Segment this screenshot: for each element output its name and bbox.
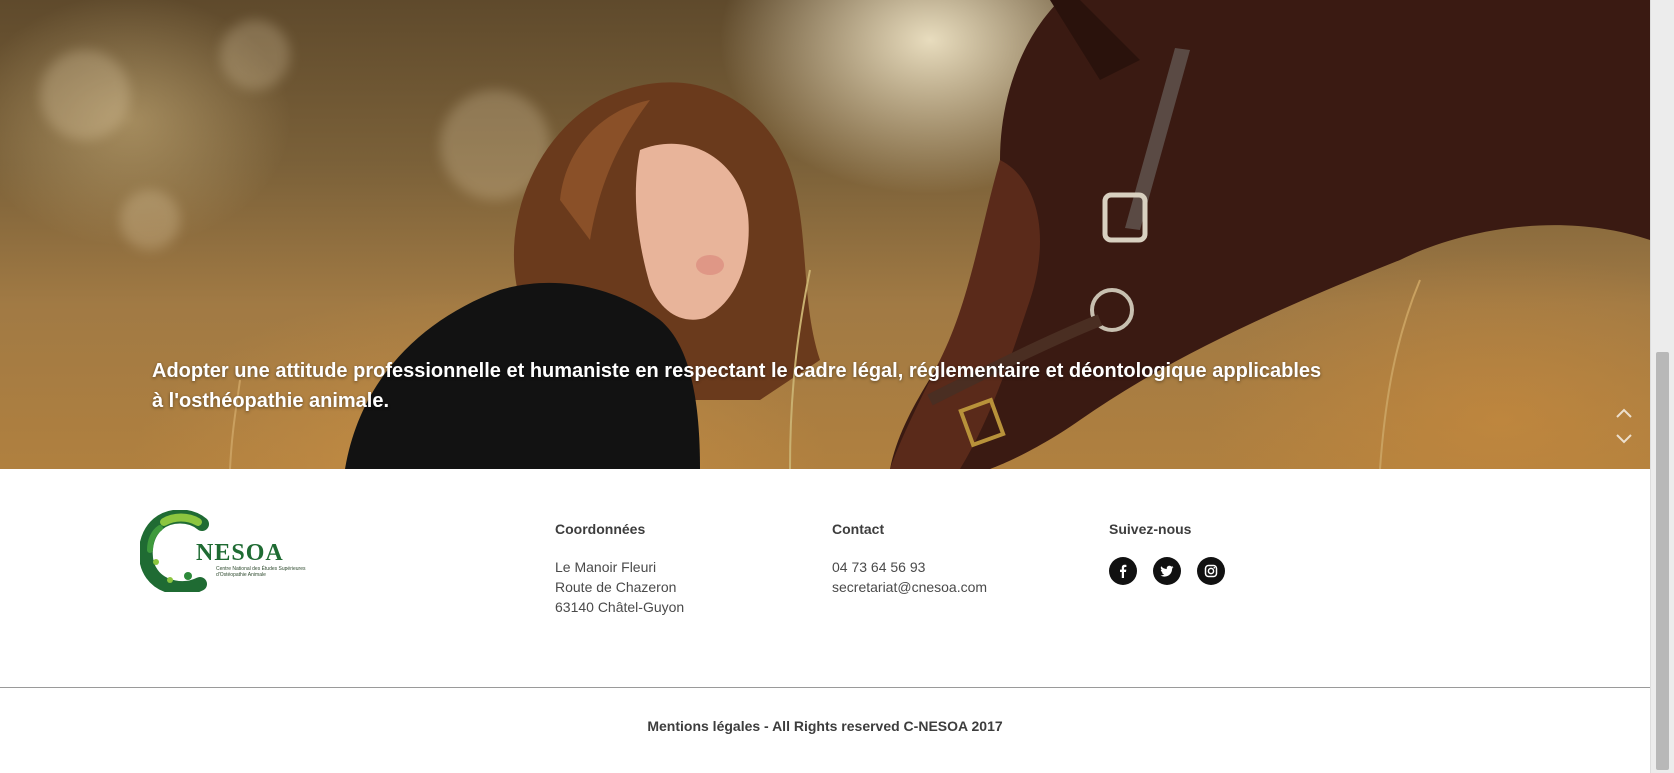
- social-title: Suivez-nous: [1109, 521, 1192, 537]
- logo-brand: NESOA: [196, 540, 284, 566]
- twitter-icon: [1160, 565, 1174, 577]
- facebook-icon: [1120, 564, 1127, 578]
- copyright-label[interactable]: Mentions légales - All Rights reserved C…: [647, 718, 1002, 734]
- logo-tagline-2: d'Ostéopathie Animale: [216, 572, 266, 578]
- contact-phone[interactable]: 04 73 64 56 93: [832, 557, 987, 577]
- phone-link[interactable]: 04 73 64 56 93: [832, 559, 925, 575]
- contact-column: Contact 04 73 64 56 93 secretariat@cneso…: [832, 519, 987, 597]
- social-column: Suivez-nous: [1109, 519, 1225, 585]
- address-line: Route de Chazeron: [555, 579, 677, 595]
- chevron-up-icon: [1616, 408, 1632, 418]
- grass-blade: [1379, 279, 1421, 469]
- copyright-text[interactable]: Mentions légales - All Rights reserved C…: [0, 716, 1650, 736]
- slide-next-button[interactable]: [1614, 430, 1634, 448]
- contact-email[interactable]: secretariat@cnesoa.com: [832, 577, 987, 597]
- scrollbar-thumb[interactable]: [1656, 352, 1669, 770]
- cnesoa-logo[interactable]: NESOA Centre National des Études Supérie…: [138, 509, 340, 596]
- twitter-button[interactable]: [1153, 557, 1181, 585]
- social-links: [1109, 557, 1225, 585]
- address-line: 63140 Châtel-Guyon: [555, 599, 685, 615]
- page: Adopter une attitude professionnelle et …: [0, 0, 1650, 773]
- hero-banner: Adopter une attitude professionnelle et …: [0, 0, 1650, 469]
- hero-caption: Adopter une attitude professionnelle et …: [152, 360, 1322, 412]
- chevron-down-icon: [1616, 434, 1632, 444]
- page-scrollbar[interactable]: [1650, 0, 1674, 773]
- address-title: Coordonnées: [555, 521, 646, 537]
- instagram-icon: [1204, 564, 1218, 578]
- email-link[interactable]: secretariat@cnesoa.com: [832, 579, 987, 595]
- address-line: Le Manoir Fleuri: [555, 559, 657, 575]
- facebook-button[interactable]: [1109, 557, 1137, 585]
- address-column: Coordonnées Le Manoir Fleuri Route de Ch…: [555, 519, 684, 617]
- slide-prev-button[interactable]: [1614, 404, 1634, 422]
- instagram-button[interactable]: [1197, 557, 1225, 585]
- contact-title: Contact: [832, 521, 885, 537]
- cheek-blush: [696, 255, 724, 275]
